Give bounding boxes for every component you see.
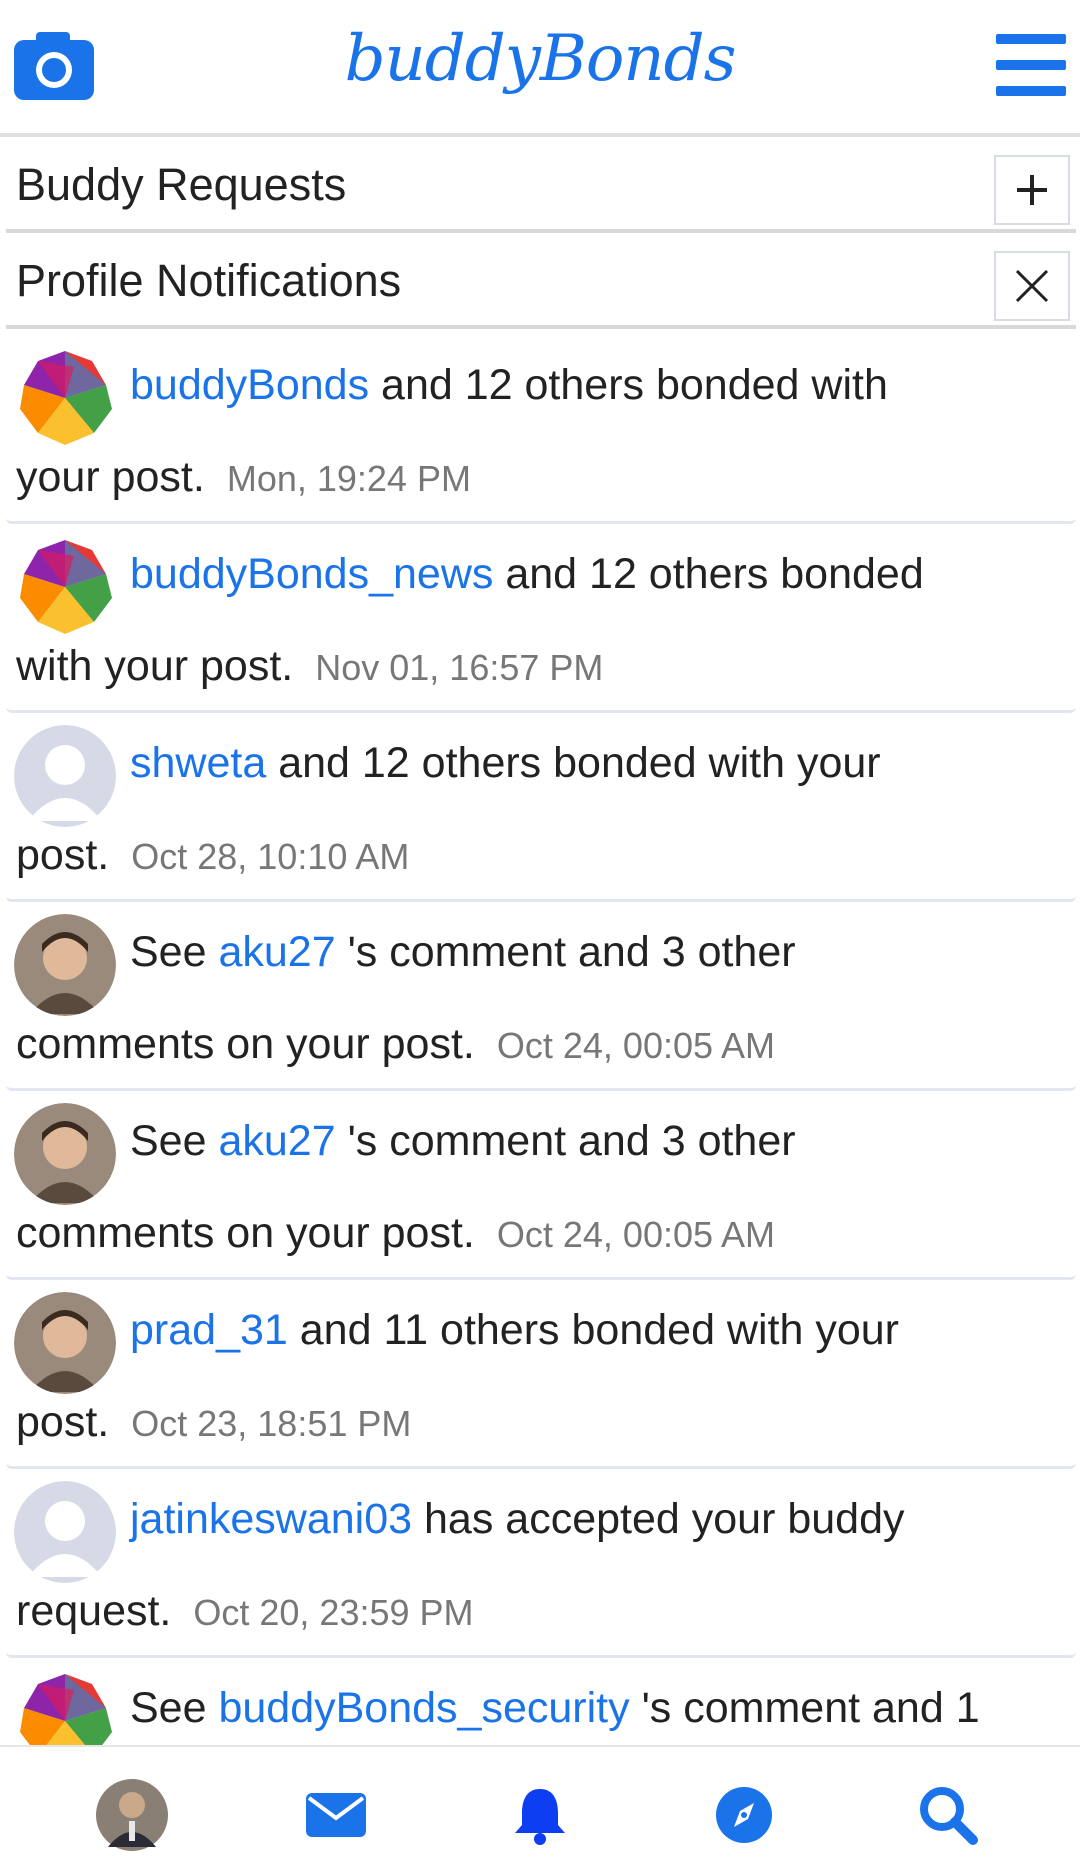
notification-item[interactable]: buddyBonds_news and 12 others bonded with… — [6, 524, 1076, 713]
notification-action: 's comment and 3 other — [335, 928, 796, 976]
timestamp: Oct 28, 10:10 AM — [131, 836, 410, 877]
username-link[interactable]: prad_31 — [130, 1306, 288, 1354]
notification-action: and 12 others bonded with — [369, 361, 888, 409]
username-link[interactable]: jatinkeswani03 — [130, 1495, 412, 1543]
username-link[interactable]: aku27 — [218, 928, 335, 976]
profile-avatar[interactable] — [94, 1777, 170, 1853]
notification-text-cont: request. Oct 20, 23:59 PM — [16, 1587, 474, 1636]
notification-text: buddyBonds_news and 12 others bonded — [130, 550, 924, 599]
notification-text-cont: comments on your post. Oct 24, 00:05 AM — [16, 1209, 775, 1258]
search-icon[interactable] — [910, 1777, 986, 1853]
notification-action: and 12 others bonded with your — [266, 739, 881, 787]
notification-action: and 12 others bonded — [493, 550, 924, 598]
notification-action: and 11 others bonded with your — [287, 1306, 899, 1354]
notification-action-cont: comments on your post. — [16, 1020, 475, 1068]
timestamp: Oct 23, 18:51 PM — [131, 1403, 412, 1444]
notification-text: buddyBonds and 12 others bonded with — [130, 361, 888, 410]
timestamp: Oct 24, 00:05 AM — [496, 1214, 776, 1255]
notification-text-cont: post. Oct 23, 18:51 PM — [16, 1398, 411, 1447]
notification-action-cont: post. — [16, 1398, 110, 1446]
notification-text-cont: your post. Mon, 19:24 PM — [16, 453, 471, 502]
photo-avatar[interactable] — [14, 1292, 116, 1394]
notification-action-cont: your post. — [16, 453, 205, 501]
notification-action-cont: comments on your post. — [16, 1209, 475, 1257]
timestamp: Mon, 19:24 PM — [226, 458, 471, 499]
photo-avatar[interactable] — [14, 1103, 116, 1205]
timestamp: Oct 20, 23:59 PM — [193, 1592, 474, 1633]
notification-text: shweta and 12 others bonded with your — [130, 739, 881, 788]
app-header: buddyBonds — [0, 0, 1080, 137]
notification-prefix: See — [130, 1684, 219, 1732]
username-link[interactable]: aku27 — [218, 1117, 335, 1165]
bell-icon[interactable] — [502, 1777, 578, 1853]
timestamp: Oct 24, 00:05 AM — [496, 1025, 776, 1066]
hamburger-menu-icon[interactable] — [996, 34, 1066, 96]
notification-text: jatinkeswani03 has accepted your buddy — [130, 1495, 905, 1544]
notification-action: has accepted your buddy — [412, 1495, 905, 1543]
notification-item[interactable]: See aku27 's comment and 3 other comments… — [6, 1091, 1076, 1280]
buddy-requests-section[interactable]: Buddy Requests — [6, 141, 1076, 233]
default-avatar[interactable] — [14, 725, 116, 827]
notification-text: prad_31 and 11 others bonded with your — [130, 1306, 899, 1355]
notification-item[interactable]: prad_31 and 11 others bonded with your po… — [6, 1280, 1076, 1469]
notification-text-cont: with your post. Nov 01, 16:57 PM — [16, 642, 603, 691]
bottom-navigation — [0, 1745, 1080, 1865]
username-link[interactable]: buddyBonds_security — [218, 1684, 629, 1732]
notification-item[interactable]: jatinkeswani03 has accepted your buddy re… — [6, 1469, 1076, 1658]
plus-icon — [1017, 175, 1047, 205]
notification-item[interactable]: See aku27 's comment and 3 other comments… — [6, 902, 1076, 1091]
brand-logo[interactable] — [14, 347, 116, 449]
compass-icon[interactable] — [706, 1777, 782, 1853]
notification-action-cont: with your post. — [16, 642, 294, 690]
brand-logo[interactable] — [14, 536, 116, 638]
notification-text-cont: comments on your post. Oct 24, 00:05 AM — [16, 1020, 775, 1069]
notification-text: See aku27 's comment and 3 other — [130, 928, 796, 977]
notification-text-cont: post. Oct 28, 10:10 AM — [16, 831, 409, 880]
photo-avatar[interactable] — [14, 914, 116, 1016]
timestamp: Nov 01, 16:57 PM — [315, 647, 604, 688]
notification-action-cont: post. — [16, 831, 110, 879]
notification-prefix: See — [130, 928, 219, 976]
profile-notifications-title: Profile Notifications — [16, 255, 402, 306]
collapse-button[interactable] — [994, 251, 1070, 321]
username-link[interactable]: shweta — [130, 739, 266, 787]
notification-text: See aku27 's comment and 3 other — [130, 1117, 796, 1166]
profile-notifications-section[interactable]: Profile Notifications — [6, 237, 1076, 329]
notification-action-cont: request. — [16, 1587, 172, 1635]
username-link[interactable]: buddyBonds — [130, 361, 369, 409]
notification-action: 's comment and 3 other — [335, 1117, 796, 1165]
notification-text: See buddyBonds_security 's comment and 1 — [130, 1684, 980, 1733]
notification-item[interactable]: buddyBonds and 12 others bonded with your… — [6, 335, 1076, 524]
expand-button[interactable] — [994, 155, 1070, 225]
notification-item[interactable]: shweta and 12 others bonded with your pos… — [6, 713, 1076, 902]
notification-action: 's comment and 1 — [629, 1684, 980, 1732]
buddy-requests-title: Buddy Requests — [16, 159, 347, 210]
notification-prefix: See — [130, 1117, 219, 1165]
username-link[interactable]: buddyBonds_news — [130, 550, 493, 598]
brand-logo[interactable]: buddyBonds — [0, 22, 1080, 96]
default-avatar[interactable] — [14, 1481, 116, 1583]
close-icon — [1015, 269, 1049, 303]
envelope-icon[interactable] — [298, 1777, 374, 1853]
